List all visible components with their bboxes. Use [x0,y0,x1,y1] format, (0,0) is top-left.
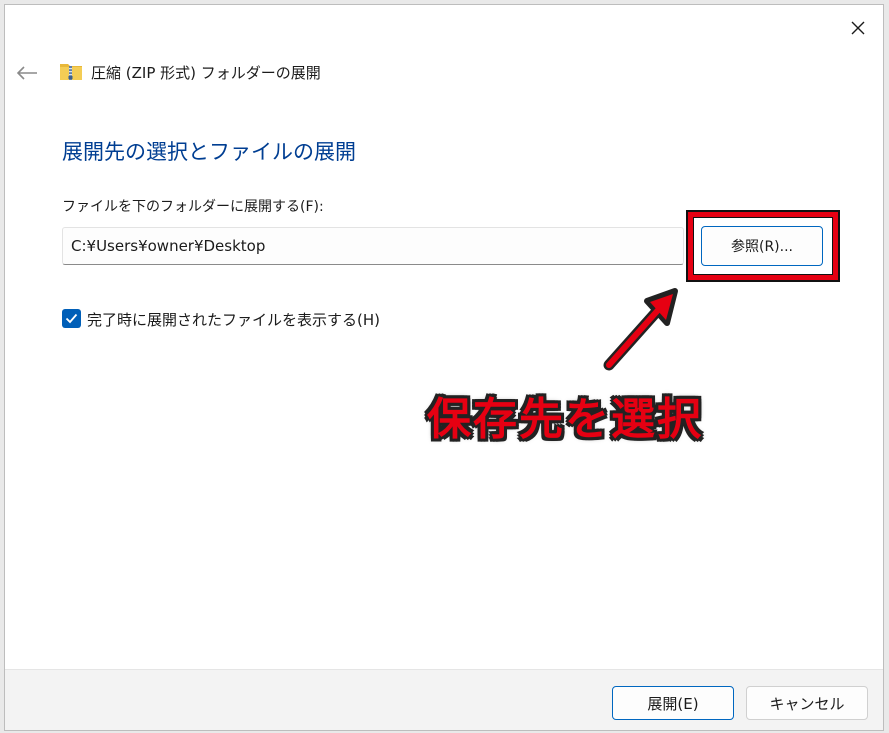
browse-button[interactable]: 参照(R)... [701,226,823,266]
cancel-button[interactable]: キャンセル [746,686,868,720]
show-files-label[interactable]: 完了時に展開されたファイルを表示する(H) [87,309,380,330]
zip-folder-icon [60,64,82,80]
extract-dialog: 圧縮 (ZIP 形式) フォルダーの展開 展開先の選択とファイルの展開 ファイル… [4,4,884,731]
show-files-checkbox[interactable] [62,309,81,328]
dialog-footer: 展開(E) キャンセル [5,669,883,730]
close-button[interactable] [841,11,875,45]
annotation-caption: 保存先を選択 [427,394,703,445]
page-heading: 展開先の選択とファイルの展開 [62,140,356,164]
annotation-arrow-icon [603,288,678,371]
close-icon [851,21,865,35]
back-button[interactable] [11,59,43,87]
arrow-left-icon [16,66,37,80]
destination-path-input[interactable] [62,227,684,265]
destination-label: ファイルを下のフォルダーに展開する(F): [62,199,324,215]
extract-button[interactable]: 展開(E) [612,686,734,720]
checkmark-icon [65,313,78,324]
dialog-title: 圧縮 (ZIP 形式) フォルダーの展開 [91,64,321,82]
